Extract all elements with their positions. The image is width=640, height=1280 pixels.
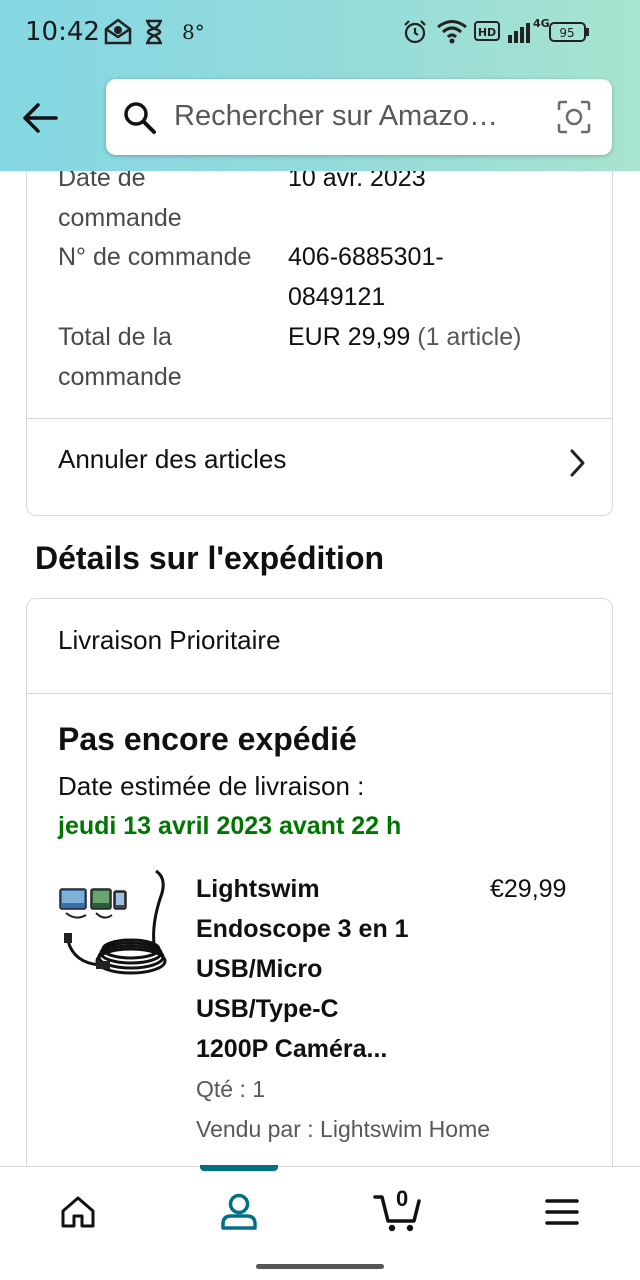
hamburger-menu-icon — [545, 1199, 579, 1225]
cancel-items-row[interactable]: Annuler des articles — [27, 419, 612, 515]
search-bar[interactable] — [106, 79, 612, 155]
estimated-delivery-date: jeudi 13 avril 2023 avant 22 h — [58, 812, 402, 840]
search-icon — [122, 100, 158, 141]
svg-text:95: 95 — [559, 26, 574, 40]
product-seller: Vendu par : Lightswim Home — [196, 1116, 491, 1142]
chevron-right-icon — [567, 447, 587, 484]
shipping-section-title: Détails sur l'expédition — [35, 540, 385, 576]
nav-home[interactable] — [28, 1167, 128, 1253]
nav-menu[interactable] — [512, 1167, 612, 1253]
hd-icon: HD — [474, 21, 500, 46]
arrow-left-icon — [23, 103, 58, 133]
divider — [27, 693, 612, 694]
user-icon — [221, 1193, 257, 1230]
home-icon — [61, 1196, 95, 1228]
order-total-count: (1 article) — [417, 323, 522, 351]
estimated-delivery-label: Date estimée de livraison : — [58, 771, 365, 801]
order-summary-card: Date de commande 10 avr. 2023 N° de comm… — [26, 150, 613, 516]
nav-account[interactable] — [188, 1167, 288, 1253]
shipping-method: Livraison Prioritaire — [58, 625, 281, 655]
camera-search-icon[interactable] — [556, 99, 592, 140]
hourglass-icon — [143, 19, 165, 50]
battery-icon: 95 — [549, 21, 591, 48]
order-total-label: Total de la commande — [58, 323, 182, 391]
order-number-value-line2: 0849121 — [288, 283, 386, 311]
mail-notification-icon — [103, 17, 133, 50]
order-number-label: N° de commande — [58, 243, 252, 271]
wifi-icon — [436, 18, 468, 49]
shipment-status: Pas encore expédié — [58, 721, 357, 757]
order-total-value: EUR 29,99 (1 article) — [288, 317, 521, 357]
nav-cart[interactable]: 0 — [348, 1167, 448, 1253]
bottom-navigation: 0 — [0, 1165, 640, 1253]
status-temperature: 8° — [182, 20, 205, 44]
signal-icon: 4G — [506, 17, 550, 50]
product-title-line: USB/Type-C — [196, 995, 339, 1023]
svg-text:4G: 4G — [533, 17, 550, 30]
alarm-icon — [402, 19, 428, 50]
product-title-line: Endoscope 3 en 1 — [196, 915, 409, 943]
search-input[interactable] — [174, 95, 534, 137]
svg-text:HD: HD — [478, 26, 496, 39]
product-title-line: 1200P Caméra... — [196, 1035, 388, 1063]
back-button[interactable] — [18, 96, 62, 140]
order-total-amount: EUR 29,99 — [288, 323, 411, 351]
product-title-line: Lightswim — [196, 875, 320, 903]
app-header: 10:42 8° HD 4G 95 — [0, 0, 640, 171]
cancel-items-label: Annuler des articles — [58, 444, 287, 474]
product-title[interactable]: Lightswim Endoscope 3 en 1 USB/Micro USB… — [196, 869, 466, 1069]
order-number-value-line1: 406-6885301- — [288, 243, 444, 271]
gesture-bar[interactable] — [256, 1264, 384, 1269]
product-quantity: Qté : 1 — [196, 1076, 266, 1102]
product-price: €29,99 — [490, 875, 567, 903]
status-time: 10:42 — [25, 17, 100, 47]
cart-count: 0 — [396, 1186, 409, 1211]
shipment-card: Livraison Prioritaire Pas encore expédié… — [26, 598, 613, 1218]
product-image[interactable] — [56, 869, 170, 987]
status-bar: 10:42 8° HD 4G 95 — [0, 0, 640, 66]
product-title-line: USB/Micro — [196, 955, 323, 983]
